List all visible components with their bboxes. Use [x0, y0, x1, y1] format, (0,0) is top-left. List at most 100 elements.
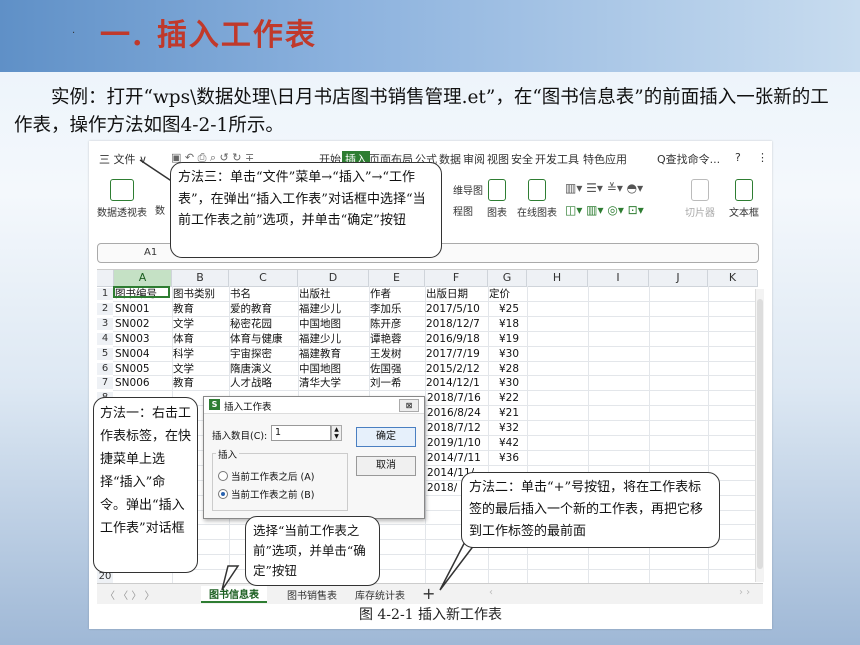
table-cell[interactable]: 人才战略 [230, 377, 272, 389]
table-cell[interactable]: SN001 [115, 303, 150, 315]
table-cell[interactable]: 2018/7/16 [427, 392, 481, 404]
table-cell[interactable]: 2014/7/11 [427, 452, 481, 464]
table-cell[interactable]: 谭艳蓉 [370, 333, 402, 345]
column-header[interactable]: G [488, 270, 527, 287]
table-cell[interactable]: 2018/7/12 [427, 422, 481, 434]
table-cell[interactable]: ¥22 [489, 392, 519, 404]
table-cell[interactable]: 体育 [173, 333, 194, 345]
table-cell[interactable]: 文学 [173, 363, 194, 375]
row-header[interactable]: 1 [97, 288, 113, 300]
table-cell[interactable]: 出版社 [299, 288, 331, 300]
vertical-scrollbar[interactable] [755, 289, 764, 582]
table-cell[interactable]: 2016/8/24 [427, 407, 481, 419]
table-cell[interactable]: 教育 [173, 377, 194, 389]
table-cell[interactable]: 作者 [370, 288, 391, 300]
table-cell[interactable]: 定价 [489, 288, 510, 300]
table-cell[interactable]: SN004 [115, 348, 150, 360]
column-header[interactable]: I [588, 270, 649, 287]
column-header[interactable]: D [298, 270, 369, 287]
count-input[interactable]: 1 [271, 425, 331, 441]
search-command[interactable]: Q查找命令... [657, 151, 720, 167]
table-cell[interactable]: 王发树 [370, 348, 402, 360]
column-header[interactable]: J [649, 270, 708, 287]
column-header[interactable]: A [114, 270, 172, 287]
table-cell[interactable]: 2017/7/19 [426, 348, 480, 360]
row-header[interactable]: 4 [97, 332, 113, 345]
table-cell[interactable]: 爱的教育 [230, 303, 272, 315]
table-cell[interactable]: 福建少儿 [299, 303, 341, 315]
chart-button[interactable]: 图表 [487, 179, 507, 219]
mindmap-button[interactable]: 维导图 [453, 182, 483, 197]
count-spinner[interactable]: ▲ ▼ [331, 425, 342, 441]
table-cell[interactable]: 2018/12/7 [426, 318, 480, 330]
table-cell[interactable]: 2017/5/10 [426, 303, 480, 315]
table-cell[interactable]: 科学 [173, 348, 194, 360]
table-cell[interactable]: ¥32 [489, 422, 519, 434]
table-cell[interactable]: 教育 [173, 303, 194, 315]
menu-tab-data[interactable]: 数据 [439, 151, 461, 167]
sheet-tab-inventory[interactable]: 库存统计表 [355, 587, 405, 602]
sheet-nav-arrows[interactable]: 〈 〈 〉 〉 [105, 587, 155, 602]
table-cell[interactable]: 体育与健康 [230, 333, 283, 345]
radio-after-label[interactable]: 当前工作表之后 (A) [231, 469, 314, 483]
table-cell[interactable]: ¥30 [489, 348, 519, 360]
file-menu[interactable]: 三 文件 ∨ [99, 151, 147, 167]
menu-tab-special[interactable]: 特色应用 [583, 151, 627, 167]
table-cell[interactable]: 福建少儿 [299, 333, 341, 345]
table-cell[interactable]: 隋唐演义 [230, 363, 272, 375]
table-cell[interactable]: 2015/2/12 [426, 363, 480, 375]
cancel-button[interactable]: 取消 [356, 456, 416, 476]
table-cell[interactable]: 李加乐 [370, 303, 402, 315]
row-header[interactable]: 2 [97, 302, 113, 315]
column-header[interactable]: B [172, 270, 229, 287]
table-cell[interactable]: SN003 [115, 333, 150, 345]
table-cell[interactable]: ¥25 [489, 303, 519, 315]
online-chart-button[interactable]: 在线图表 [517, 179, 557, 219]
table-cell[interactable]: ¥42 [489, 437, 519, 449]
row-header[interactable]: 7 [97, 377, 113, 390]
table-cell[interactable]: 宇宙探密 [230, 348, 272, 360]
menu-tab-devtools[interactable]: 开发工具 [535, 151, 579, 167]
help-icon[interactable]: ? [735, 151, 741, 164]
add-sheet-button[interactable]: + [422, 584, 435, 603]
menu-tab-security[interactable]: 安全 [511, 151, 533, 167]
table-cell[interactable]: ¥18 [489, 318, 519, 330]
table-cell[interactable]: 2014/12/1 [426, 377, 480, 389]
table-cell[interactable]: 2019/1/10 [427, 437, 481, 449]
menu-tab-review[interactable]: 审阅 [463, 151, 485, 167]
radio-before-label[interactable]: 当前工作表之前 (B) [231, 487, 314, 501]
row-header[interactable]: 6 [97, 362, 113, 375]
table-cell[interactable]: ¥28 [489, 363, 519, 375]
table-cell[interactable]: 中国地图 [299, 363, 341, 375]
pivot-table-button[interactable]: 数据透视表 [97, 179, 147, 219]
sheet-tab-book-sales[interactable]: 图书销售表 [287, 587, 337, 602]
table-cell[interactable]: ¥19 [489, 333, 519, 345]
sheet-tab-book-info[interactable]: 图书信息表 [201, 586, 267, 603]
radio-before[interactable] [218, 489, 228, 499]
column-header[interactable]: C [229, 270, 298, 287]
table-cell[interactable]: 图书类别 [173, 288, 215, 300]
table-cell[interactable]: ¥36 [489, 452, 519, 464]
table-cell[interactable]: SN006 [115, 377, 150, 389]
row-header[interactable]: 5 [97, 347, 113, 360]
menu-tab-view[interactable]: 视图 [487, 151, 509, 167]
ribbon-button-partial[interactable]: 数 [155, 202, 165, 217]
table-cell[interactable]: SN005 [115, 363, 150, 375]
flowchart-button[interactable]: 程图 [453, 203, 473, 218]
chart-type-icons-row2[interactable]: ◫▾ ▥▾ ◎▾ ⊡▾ [565, 203, 644, 217]
table-cell[interactable]: 2018/ [427, 482, 457, 494]
chart-type-icons[interactable]: ▥▾ ☰▾ ≚▾ ◓▾ [565, 181, 643, 195]
table-cell[interactable]: 陈开彦 [370, 318, 402, 330]
table-cell[interactable]: ¥30 [489, 377, 519, 389]
row-header[interactable]: 3 [97, 317, 113, 330]
table-cell[interactable]: 福建教育 [299, 348, 341, 360]
table-cell[interactable]: 书名 [230, 288, 251, 300]
table-cell[interactable]: 佐国强 [370, 363, 402, 375]
column-header[interactable]: H [527, 270, 588, 287]
radio-after[interactable] [218, 471, 228, 481]
column-header[interactable]: F [425, 270, 488, 287]
table-cell[interactable]: ¥21 [489, 407, 519, 419]
scrollbar-thumb[interactable] [757, 299, 763, 569]
slicer-button[interactable]: 切片器 [685, 179, 715, 219]
textbox-button[interactable]: 文本框 [729, 179, 759, 219]
